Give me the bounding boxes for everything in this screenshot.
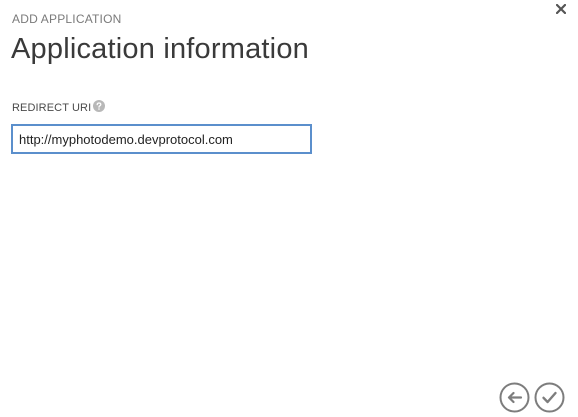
confirm-button[interactable] (534, 382, 565, 413)
wizard-navigation (499, 382, 565, 413)
question-mark-icon[interactable] (93, 100, 106, 112)
checkmark-icon (534, 382, 565, 413)
page-title: Application information (11, 33, 309, 65)
close-button[interactable] (552, 0, 570, 18)
redirect-uri-input[interactable] (11, 124, 312, 154)
close-icon (556, 4, 566, 14)
back-button[interactable] (499, 382, 530, 413)
breadcrumb: ADD APPLICATION (12, 12, 122, 26)
redirect-uri-label-row: REDIRECT URI (12, 100, 106, 114)
arrow-left-icon (499, 382, 530, 413)
redirect-uri-label: REDIRECT URI (12, 102, 92, 114)
add-application-dialog: ADD APPLICATION Application information … (0, 0, 578, 417)
